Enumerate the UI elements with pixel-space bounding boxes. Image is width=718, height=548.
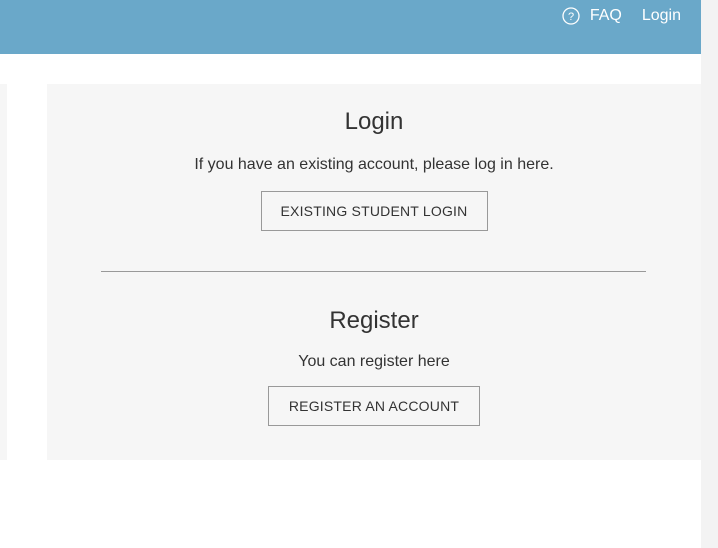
- register-section: Register You can register here REGISTER …: [47, 306, 701, 426]
- login-section: Login If you have an existing account, p…: [47, 107, 701, 231]
- question-circle-icon[interactable]: ?: [562, 7, 580, 25]
- svg-text:?: ?: [568, 11, 574, 23]
- login-description: If you have an existing account, please …: [194, 156, 554, 173]
- login-link[interactable]: Login: [642, 7, 681, 25]
- existing-student-login-button[interactable]: EXISTING STUDENT LOGIN: [260, 191, 488, 231]
- register-title: Register: [329, 307, 419, 334]
- page-gutter: [701, 0, 718, 548]
- register-description: You can register here: [298, 353, 450, 370]
- faq-link[interactable]: FAQ: [590, 7, 622, 25]
- left-panel: [0, 84, 7, 460]
- register-account-button[interactable]: REGISTER AN ACCOUNT: [268, 386, 480, 426]
- auth-card: Login If you have an existing account, p…: [47, 84, 701, 460]
- login-title: Login: [344, 108, 404, 135]
- section-divider: [101, 271, 646, 272]
- top-bar: ? FAQ Login: [0, 0, 701, 54]
- top-nav: ? FAQ Login: [562, 5, 681, 27]
